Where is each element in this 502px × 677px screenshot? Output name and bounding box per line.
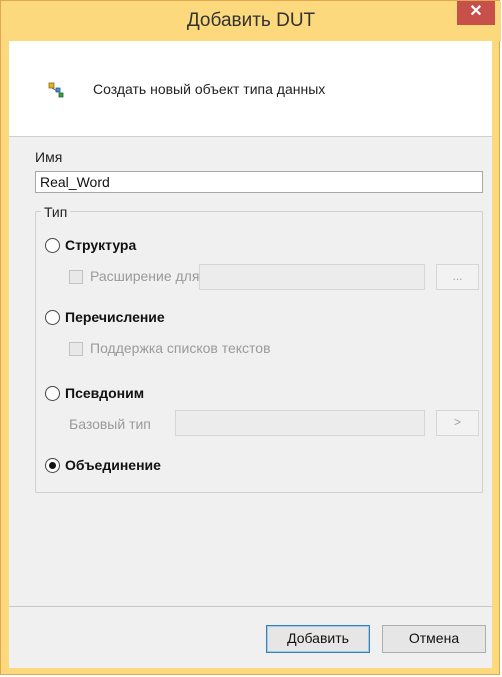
extension-field[interactable] — [199, 264, 425, 290]
add-dut-dialog: Добавить DUT ✕ Создать новый объект типа… — [0, 0, 501, 675]
radio-alias-label[interactable]: Псевдоним — [65, 385, 144, 401]
name-label: Имя — [35, 149, 63, 165]
base-type-field[interactable] — [175, 410, 425, 436]
radio-enumeration[interactable] — [45, 310, 60, 325]
radio-alias[interactable] — [45, 386, 60, 401]
header-description: Создать новый объект типа данных — [93, 81, 326, 97]
add-button[interactable]: Добавить — [266, 625, 370, 653]
name-input[interactable] — [35, 171, 483, 193]
dut-object-icon — [48, 82, 64, 98]
radio-selected-dot — [49, 462, 56, 469]
extension-checkbox-label: Расширение для — [90, 268, 200, 284]
extension-checkbox[interactable] — [69, 270, 83, 284]
base-type-label: Базовый тип — [69, 416, 151, 432]
dialog-body: Создать новый объект типа данных Имя Тип… — [9, 41, 492, 668]
type-legend: Тип — [41, 204, 71, 220]
close-button[interactable]: ✕ — [457, 1, 495, 25]
title-bar[interactable]: Добавить DUT ✕ — [1, 1, 501, 41]
base-type-button[interactable]: > — [436, 410, 479, 436]
text-list-checkbox-label: Поддержка списков текстов — [90, 340, 271, 356]
radio-structure-label[interactable]: Структура — [65, 237, 136, 253]
footer-divider — [9, 606, 492, 607]
extension-browse-button[interactable]: ... — [436, 264, 479, 290]
radio-union[interactable] — [45, 458, 60, 473]
header-panel: Создать новый объект типа данных — [9, 41, 492, 137]
radio-union-label[interactable]: Объединение — [65, 457, 161, 473]
text-list-checkbox[interactable] — [69, 342, 83, 356]
radio-structure[interactable] — [45, 238, 60, 253]
cancel-button[interactable]: Отмена — [382, 625, 486, 653]
radio-enumeration-label[interactable]: Перечисление — [65, 309, 165, 325]
window-title: Добавить DUT — [186, 10, 316, 31]
